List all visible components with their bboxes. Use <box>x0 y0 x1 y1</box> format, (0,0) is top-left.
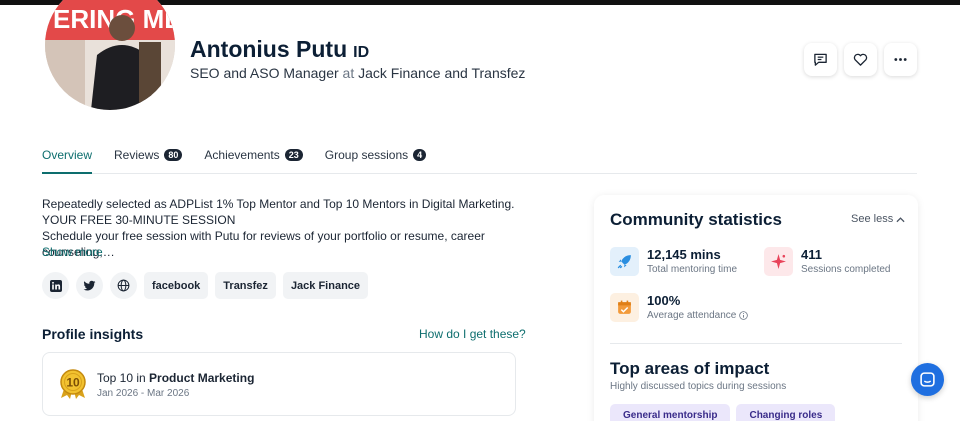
stat-attendance: 100% Average attendance <box>610 293 748 322</box>
info-icon[interactable] <box>739 311 748 320</box>
jack-finance-link[interactable]: Jack Finance <box>282 272 369 299</box>
chat-button[interactable] <box>911 363 944 396</box>
community-statistics-card: Community statistics See less 12,145 min… <box>594 195 918 421</box>
insights-help-link[interactable]: How do I get these? <box>419 327 526 341</box>
stat-mentoring-time: 12,145 mins Total mentoring time <box>610 247 737 276</box>
profile-name: Antonius Putu <box>190 36 348 62</box>
stat-label: Average attendance <box>647 309 748 322</box>
impact-title: Top areas of impact <box>610 359 770 378</box>
topic-chip[interactable]: General mentorship <box>610 404 731 421</box>
insight-category: Product Marketing <box>149 371 255 385</box>
insight-date: Jan 2026 - Mar 2026 <box>97 388 190 399</box>
calendar-icon <box>610 293 639 322</box>
see-less-toggle[interactable]: See less <box>851 213 905 225</box>
job-title: SEO and ASO Manager <box>190 65 339 81</box>
tab-group-sessions[interactable]: Group sessions 4 <box>324 148 427 174</box>
bio-line: YOUR FREE 30-MINUTE SESSION <box>42 213 236 227</box>
count-badge: 23 <box>284 149 303 161</box>
transfez-link[interactable]: Transfez <box>215 272 276 299</box>
tab-achievements[interactable]: Achievements 23 <box>204 148 303 174</box>
tab-label: Reviews <box>114 148 160 162</box>
company-name: Jack Finance and Transfez <box>358 65 526 81</box>
bio-line: Repeatedly selected as ADPList 1% Top Me… <box>42 197 515 211</box>
stat-label: Total mentoring time <box>647 264 738 275</box>
rocket-icon <box>610 247 639 276</box>
heart-icon <box>853 53 868 66</box>
more-icon <box>894 58 907 61</box>
website-link[interactable] <box>110 272 137 299</box>
stat-value: 100% <box>647 293 681 308</box>
stat-value: 12,145 mins <box>647 247 721 262</box>
medal-number: 10 <box>66 376 80 390</box>
social-links: facebook Transfez Jack Finance <box>42 272 369 299</box>
facebook-link[interactable]: facebook <box>144 272 209 299</box>
profile-headline: SEO and ASO Manager at Jack Finance and … <box>190 65 525 81</box>
tab-label: Overview <box>42 148 93 162</box>
message-icon <box>814 53 827 66</box>
avatar: ERING ME <box>45 0 175 110</box>
insight-card: 10 Top 10 in Product Marketing Jan 2026 … <box>42 352 516 416</box>
show-more-link[interactable]: Show more <box>42 245 103 259</box>
medal-icon: 10 <box>60 369 86 399</box>
profile-insights-title: Profile insights <box>42 326 144 342</box>
linkedin-icon <box>49 279 62 292</box>
tab-label: Group sessions <box>324 148 409 162</box>
twitter-icon <box>83 280 96 290</box>
chevron-up-icon <box>896 216 905 222</box>
impact-topics: General mentorship Changing roles <box>610 404 836 421</box>
more-button[interactable] <box>884 43 917 76</box>
linkedin-link[interactable] <box>42 272 69 299</box>
sparkle-icon <box>764 247 793 276</box>
country-code: ID <box>353 44 370 61</box>
impact-subtitle: Highly discussed topics during sessions <box>610 381 787 392</box>
tab-label: Achievements <box>204 148 280 162</box>
stat-sessions: 411 Sessions completed <box>764 247 891 276</box>
favorite-button[interactable] <box>844 43 877 76</box>
message-button[interactable] <box>804 43 837 76</box>
insight-prefix: Top 10 in <box>97 371 146 385</box>
tab-reviews[interactable]: Reviews 80 <box>114 148 183 174</box>
globe-icon <box>117 279 130 292</box>
profile-tabs: Overview Reviews 80 Achievements 23 Grou… <box>42 148 917 174</box>
insight-title: Top 10 in Product Marketing <box>97 371 254 385</box>
bio-line: Schedule your free session with Putu for… <box>42 229 485 259</box>
topic-chip[interactable]: Changing roles <box>736 404 836 421</box>
count-badge: 4 <box>413 149 427 161</box>
see-less-label: See less <box>851 213 894 225</box>
bio: Repeatedly selected as ADPList 1% Top Me… <box>42 196 522 260</box>
tab-overview[interactable]: Overview <box>42 148 93 174</box>
divider <box>610 343 902 344</box>
stat-value: 411 <box>801 247 822 262</box>
stat-label-text: Average attendance <box>647 310 737 321</box>
twitter-link[interactable] <box>76 272 103 299</box>
at-text: at <box>342 65 355 81</box>
stat-label: Sessions completed <box>801 264 891 275</box>
count-badge: 80 <box>164 149 183 161</box>
chat-icon <box>920 372 935 387</box>
stats-title: Community statistics <box>610 210 782 229</box>
